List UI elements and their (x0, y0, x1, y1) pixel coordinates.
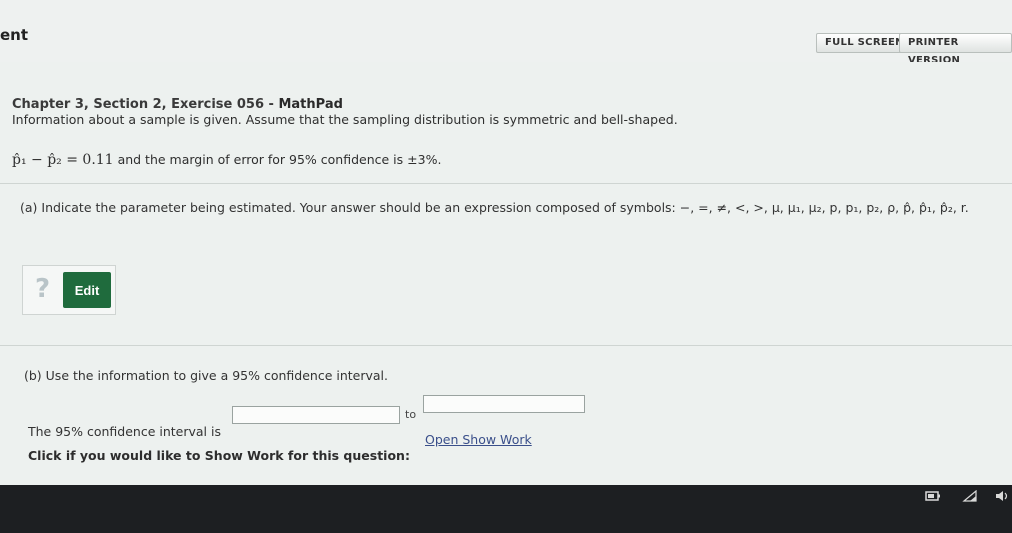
divider (0, 345, 1012, 346)
exercise-info: Information about a sample is given. Ass… (12, 112, 678, 127)
answer-edit-box: ? Edit (22, 265, 116, 315)
volume-icon[interactable] (995, 490, 1009, 505)
part-a-prompt: (a) Indicate the parameter being estimat… (20, 200, 969, 215)
to-label: to (405, 408, 417, 421)
exercise-title-text: Chapter 3, Section 2, Exercise 056 (12, 97, 265, 112)
taskbar (0, 485, 1012, 533)
open-show-work-link[interactable]: Open Show Work (425, 432, 532, 447)
edit-button[interactable]: Edit (63, 272, 111, 308)
ci-label: The 95% confidence interval is (28, 424, 221, 439)
show-work-prompt: Click if you would like to Show Work for… (28, 448, 410, 463)
wifi-icon[interactable] (962, 489, 978, 505)
tool-name: MathPad (278, 97, 343, 112)
battery-icon[interactable] (925, 490, 941, 505)
given-text: and the margin of error for 95% confiden… (113, 152, 442, 167)
given-expression: p̂₁ − p̂₂ = 0.11 (12, 152, 114, 168)
ci-upper-input[interactable] (423, 395, 585, 413)
exercise-title: Chapter 3, Section 2, Exercise 056 - Mat… (12, 97, 343, 112)
printer-version-button[interactable]: PRINTER VERSION (899, 33, 1012, 66)
brand-text: ent (0, 26, 29, 44)
given-statement: p̂₁ − p̂₂ = 0.11 and the margin of error… (12, 152, 441, 168)
ci-lower-input[interactable] (232, 406, 400, 424)
title-separator: - (264, 97, 279, 112)
divider (0, 183, 1012, 184)
help-icon[interactable]: ? (35, 274, 50, 304)
part-b-prompt: (b) Use the information to give a 95% co… (24, 368, 389, 383)
top-bar: ent FULL SCREEN PRINTER VERSION (0, 0, 1012, 66)
